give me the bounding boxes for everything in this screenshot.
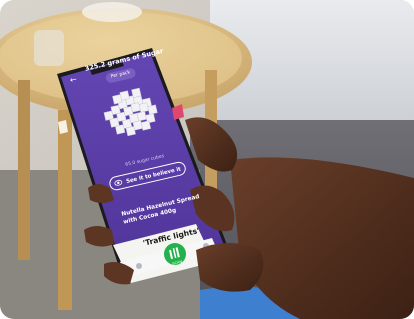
eye-icon	[114, 179, 123, 186]
arrow-left-icon[interactable]: ←	[69, 74, 78, 84]
photo-scene	[0, 0, 414, 319]
